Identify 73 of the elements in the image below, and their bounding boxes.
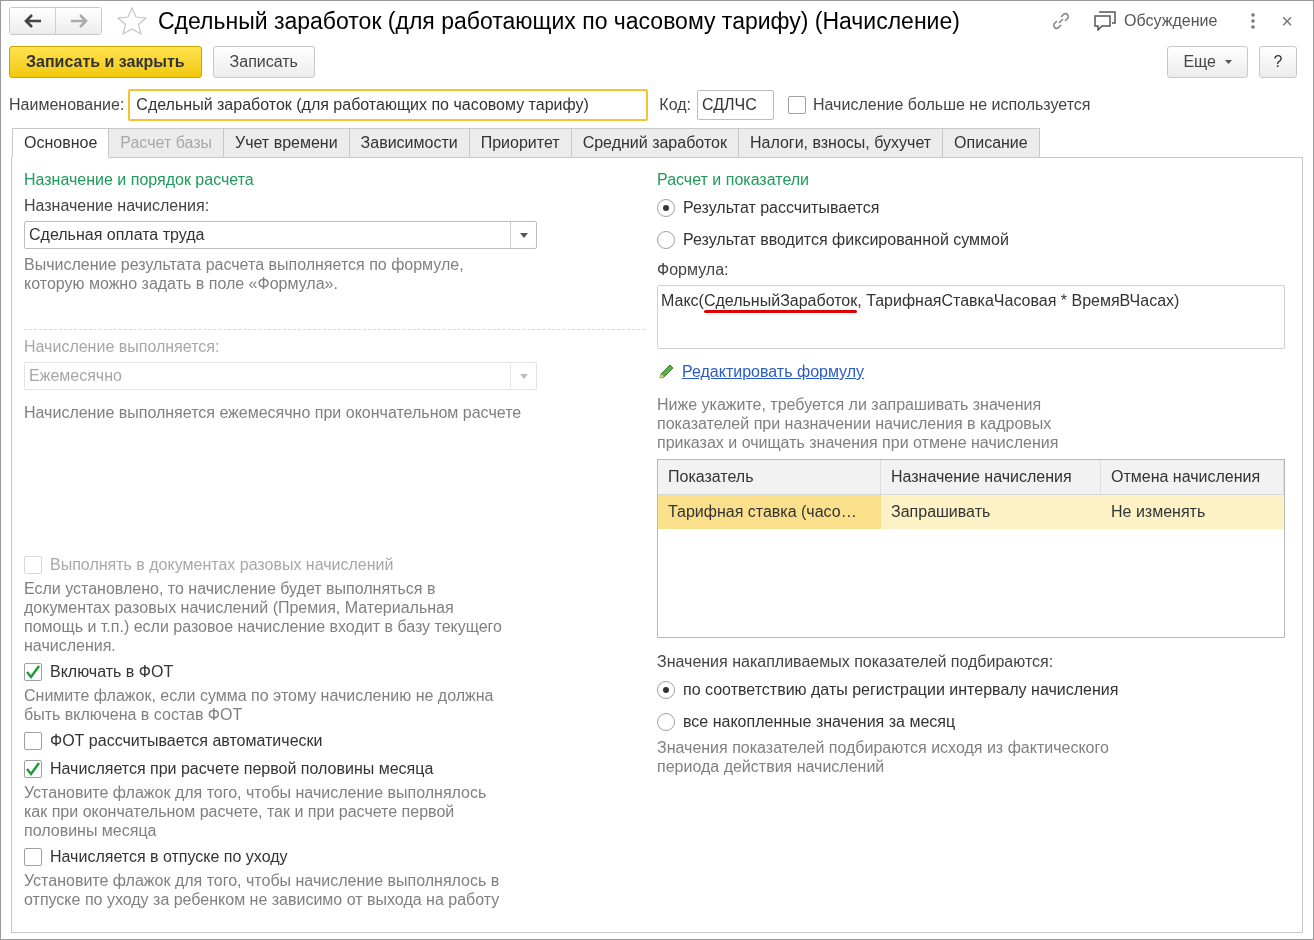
checkbox-label: Выполнять в документах разовых начислений — [50, 555, 394, 575]
column-header[interactable]: Показатель — [658, 460, 881, 494]
window-title: Сдельный заработок (для работающих по часовому тарифу) (Начисление) — [158, 6, 960, 36]
code-field[interactable]: СДЛЧС — [697, 90, 774, 120]
hint-text: Начисление выполняется ежемесячно при окончательном расчете — [24, 403, 523, 423]
tab[interactable]: Основное — [12, 128, 110, 158]
speech-bubbles-icon — [1094, 11, 1117, 31]
forward-arrow-icon — [69, 14, 88, 28]
more-button[interactable]: Еще — [1167, 46, 1248, 78]
dropdown-field[interactable]: Сдельная оплата труда — [24, 221, 537, 249]
close-button[interactable]: × — [1281, 6, 1293, 36]
formula-field[interactable]: Макс(СдельныйЗаработок, ТарифнаяСтавкаЧасовая * ВремяВЧасах) — [657, 285, 1285, 349]
table-cell: Тарифная ставка (часо… — [658, 495, 881, 529]
caret-icon — [519, 373, 528, 379]
radio-button[interactable] — [657, 713, 675, 731]
help-button[interactable]: ? — [1259, 46, 1297, 78]
table-cell-text: Запрашивать — [890, 502, 992, 522]
save-and-close-button[interactable]: Записать и закрыть — [9, 46, 202, 78]
checkbox-label: Начисление больше не используется — [813, 95, 1091, 115]
checkbox[interactable] — [788, 96, 806, 114]
hint-text: Снимите флажок, если сумма по этому начислению не должна быть включена в состав ФОТ — [24, 686, 495, 724]
field-label: Формула: — [657, 260, 730, 280]
hint-text: Установите флажок для того, чтобы начисление выполнялось как при окончательном расчете, так и при расчете первой половины месяца — [24, 783, 488, 840]
checkbox-label: ФОТ рассчитывается автоматически — [50, 731, 323, 751]
tab[interactable]: Зависимости — [348, 128, 470, 158]
tab[interactable]: Описание — [942, 128, 1040, 158]
checkmark-icon — [25, 761, 41, 777]
radio-label: по соответствию даты регистрации интервалу начисления — [683, 680, 1119, 700]
checkmark-icon — [25, 664, 41, 680]
checkbox-label: Включать в ФОТ — [50, 662, 174, 682]
hint-text: Вычисление результата расчета выполняется по формуле, которую можно задать в поле «Формула». — [24, 255, 465, 293]
field-label: Назначение начисления: — [24, 196, 211, 216]
radio-button[interactable] — [657, 231, 675, 249]
table-row[interactable]: Тарифная ставка (часо… Запрашивать Не изменять — [658, 495, 1284, 529]
name-field[interactable]: Сдельный заработок (для работающих по часовому тарифу) — [128, 89, 649, 121]
table-cell-text: Не изменять — [1110, 502, 1207, 522]
hint-text: Ниже укажите, требуется ли запрашивать значения показателей при назначении начисления в кадровых приказах и очищать значения при отмене начисления — [657, 395, 1060, 452]
tab[interactable]: Средний заработок — [570, 128, 739, 158]
radio-button[interactable] — [657, 199, 675, 217]
tab[interactable]: Учет времени — [223, 128, 350, 158]
tab[interactable]: Налоги, взносы, бухучет — [737, 128, 944, 158]
caret-icon — [1225, 60, 1232, 64]
checkbox[interactable] — [24, 848, 42, 866]
field-label: Значения накапливаемых показателей подбираются: — [657, 652, 1055, 672]
back-button[interactable] — [10, 8, 56, 34]
checkbox[interactable] — [24, 760, 42, 778]
checkbox-label: Начисляется при расчете первой половины месяца — [50, 759, 434, 779]
section-title: Расчет и показатели — [657, 170, 811, 190]
checkbox[interactable] — [24, 732, 42, 750]
more-vertical-icon[interactable] — [1251, 13, 1256, 29]
back-arrow-icon — [23, 14, 42, 28]
radio-button[interactable] — [657, 681, 675, 699]
name-label: Наименование: — [9, 95, 125, 115]
hint-text: Установите флажок для того, чтобы начисление выполнялось в отпуске по уходу за ребенком не зависимо от выхода на работу — [24, 871, 501, 909]
tab[interactable]: Приоритет — [468, 128, 572, 158]
column-header[interactable]: Назначение начисления — [881, 460, 1101, 494]
radio-label: Результат рассчитывается — [683, 198, 880, 218]
radio-label: Результат вводится фиксированной суммой — [683, 230, 1009, 250]
star-icon[interactable] — [117, 7, 147, 35]
checkbox[interactable] — [24, 663, 42, 681]
hint-text: Значения показателей подбираются исходя из фактического периода действия начислений — [657, 738, 1110, 776]
caret-icon — [519, 232, 528, 238]
code-label: Код: — [659, 95, 691, 115]
discussion-button[interactable]: Обсуждение — [1094, 9, 1218, 33]
column-header[interactable]: Отмена начисления — [1101, 460, 1284, 494]
pencil-icon — [657, 363, 675, 381]
section-title: Назначение и порядок расчета — [24, 170, 255, 190]
save-button[interactable]: Записать — [212, 46, 315, 78]
checkbox-label: Начисляется в отпуске по уходу — [50, 847, 288, 867]
radio-label: все накопленные значения за месяц — [683, 712, 956, 732]
hint-text: Если установлено, то начисление будет выполняться в документах разовых начислений (Премия, Материальная помощь и т.п.) если разовое начисление входит в базу текущего начисления. — [24, 579, 502, 655]
edit-formula-link[interactable]: Редактировать формулу — [682, 360, 865, 384]
field-label: Начисление выполняется: — [24, 337, 221, 357]
